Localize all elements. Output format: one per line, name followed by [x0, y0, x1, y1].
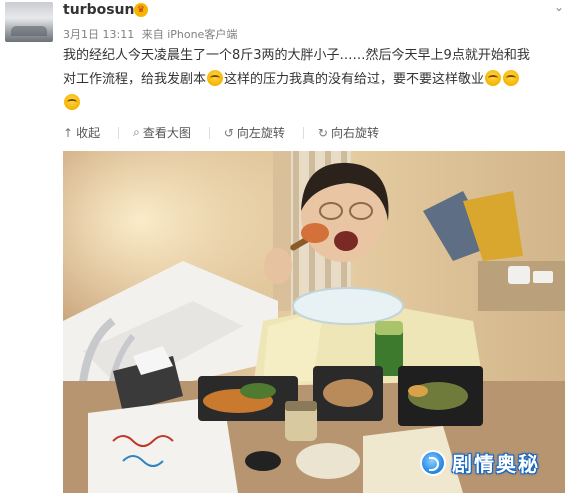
post-source: 来自 iPhone客户端 — [141, 28, 238, 41]
rotate-left-icon: ↺ — [223, 125, 234, 140]
username[interactable]: turbosun — [63, 2, 134, 18]
rotate-left-button[interactable]: ↺ 向左旋转 — [224, 124, 285, 141]
divider — [302, 126, 304, 139]
post-meta: 3月1日 13:11 来自 iPhone客户端 — [63, 26, 241, 42]
collect-label: 收起 — [76, 126, 101, 140]
divider — [118, 126, 120, 139]
rotate-left-label: 向左旋转 — [236, 126, 285, 140]
view-large-label: 查看大图 — [142, 126, 191, 140]
collapse-icon: ↑ — [63, 125, 74, 140]
rotate-right-button[interactable]: ↻ 向右旋转 — [318, 124, 379, 141]
watermark: 剧情奥秘 — [420, 448, 540, 477]
chevron-down-icon[interactable]: ⌄ — [554, 0, 564, 14]
search-icon: ⌕ — [133, 125, 140, 139]
watermark-text: 剧情奥秘 — [452, 452, 540, 476]
rotate-right-label: 向右旋转 — [330, 126, 379, 140]
post-date[interactable]: 3月1日 13:11 — [63, 28, 134, 41]
crown-icon[interactable]: ♛ — [134, 3, 148, 17]
laughing-emoji-icon — [207, 70, 224, 86]
watermark-logo-icon — [420, 449, 446, 476]
post-text: 我的经纪人今天凌晨生了一个8斤3两的大胖小子……然后今天早上9点就开始和我 对工… — [63, 44, 563, 116]
laughing-emoji-icon — [64, 94, 80, 110]
view-large-button[interactable]: ⌕ 查看大图 — [133, 124, 191, 141]
image-toolbar: ↑ 收起 ⌕ 查看大图 ↺ 向左旋转 ↻ 向右旋转 — [63, 124, 397, 141]
rotate-right-icon: ↻ — [317, 125, 328, 140]
avatar[interactable] — [5, 2, 53, 42]
laughing-emoji-icon — [503, 70, 520, 86]
collect-button[interactable]: ↑ 收起 — [63, 124, 100, 141]
post-photo[interactable] — [63, 151, 565, 493]
divider — [208, 126, 210, 139]
post-text-line2a: 对工作流程，给我发剧本 — [63, 72, 207, 87]
post-text-line1: 我的经纪人今天凌晨生了一个8斤3两的大胖小子……然后今天早上9点就开始和我 — [63, 48, 530, 63]
post-text-line2b: 这样的压力我真的没有给过，要不要这样敬业 — [224, 72, 485, 87]
laughing-emoji-icon — [485, 70, 502, 86]
